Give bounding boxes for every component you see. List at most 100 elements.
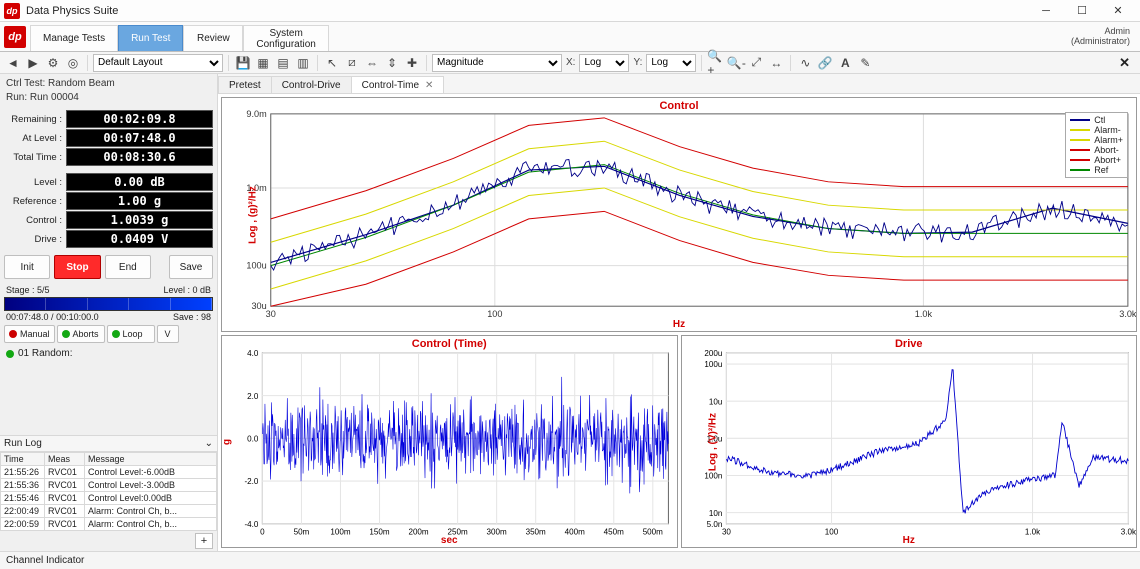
stage-level: Level : 0 dB: [163, 285, 211, 295]
toolbar: ◄ ▶ ⚙ ◎ Default Layout 💾 ▦ ▤ ▥ ↖ ⧄ ⇔ ⇕ ✚…: [0, 52, 1140, 74]
table-row[interactable]: 22:00:59RVC01Alarm: Control Ch, b...: [1, 518, 217, 531]
add-panel-button[interactable]: +: [195, 533, 213, 549]
y-scale-label: Y:: [631, 57, 644, 68]
svg-text:9.0m: 9.0m: [246, 109, 266, 119]
target-icon[interactable]: ◎: [64, 54, 82, 72]
col-meas[interactable]: Meas: [45, 453, 85, 466]
svg-text:100n: 100n: [704, 471, 722, 480]
layout-select[interactable]: Default Layout: [93, 54, 223, 72]
user-badge[interactable]: Admin (Administrator): [1061, 22, 1140, 51]
save-button[interactable]: Save: [169, 255, 213, 279]
runlog-table: Time Meas Message 21:55:26RVC01Control L…: [0, 452, 217, 531]
svg-text:100: 100: [487, 309, 502, 319]
zoom-out-icon[interactable]: 🔍-: [727, 54, 745, 72]
svg-text:3.0k: 3.0k: [1119, 309, 1136, 319]
stop-button[interactable]: Stop: [54, 255, 100, 279]
zoom-box-icon[interactable]: ⧄: [343, 54, 361, 72]
elapsed-time: 00:07:48.0: [6, 312, 49, 322]
tab-system-configuration[interactable]: System Configuration: [243, 25, 328, 51]
x-scale-select[interactable]: Log: [579, 54, 629, 72]
v-button[interactable]: V: [157, 325, 179, 343]
zoom-fit-icon[interactable]: ⤢: [747, 54, 765, 72]
wave-icon[interactable]: ∿: [796, 54, 814, 72]
svg-text:-2.0: -2.0: [244, 477, 258, 486]
toolbar-close-icon[interactable]: ✕: [1113, 55, 1136, 71]
doc-tabs: Pretest Control-Drive Control-Time ✕: [218, 74, 1140, 94]
runlog-title: Run Log: [4, 438, 42, 449]
remaining-value: 00:02:09.8: [66, 110, 213, 128]
init-button[interactable]: Init: [4, 255, 50, 279]
chart-drive-xlabel: Hz: [682, 535, 1137, 546]
close-button[interactable]: ✕: [1100, 0, 1136, 22]
tab-run-test[interactable]: Run Test: [118, 25, 183, 51]
user-role: (Administrator): [1071, 37, 1130, 47]
grid-2-icon[interactable]: ▤: [274, 54, 292, 72]
progress-bar: [4, 297, 213, 311]
annotate-icon[interactable]: ✎: [856, 54, 874, 72]
loop-status-icon: [112, 330, 120, 338]
level-label: Level :: [4, 177, 66, 188]
doctab-pretest[interactable]: Pretest: [218, 76, 272, 93]
zoom-in-icon[interactable]: 🔍+: [707, 54, 725, 72]
reference-label: Reference :: [4, 196, 66, 207]
table-row[interactable]: 21:55:26RVC01Control Level:-6.00dB: [1, 466, 217, 479]
end-button[interactable]: End: [105, 255, 151, 279]
remaining-label: Remaining :: [4, 114, 66, 125]
chart-control-legend: CtlAlarm-Alarm+Abort-Abort+Ref: [1065, 112, 1128, 178]
doctab-close-icon[interactable]: ✕: [425, 80, 433, 91]
drive-label: Drive :: [4, 234, 66, 245]
chart-control[interactable]: Control Log , (g)²/Hz Hz 301001.0k3.0k9.…: [221, 97, 1137, 332]
magnitude-select[interactable]: Magnitude: [432, 54, 562, 72]
doctab-control-drive[interactable]: Control-Drive: [271, 76, 352, 93]
doctab-control-time[interactable]: Control-Time ✕: [351, 76, 445, 93]
nav-back-button[interactable]: ◄: [4, 54, 22, 72]
minimize-button[interactable]: ─: [1028, 0, 1064, 22]
svg-text:10n: 10n: [708, 509, 722, 518]
x-scale-label: X:: [564, 57, 577, 68]
app-menu-button[interactable]: dp: [0, 22, 30, 51]
table-row[interactable]: 22:00:49RVC01Alarm: Control Ch, b...: [1, 505, 217, 518]
save-layout-icon[interactable]: 💾: [234, 54, 252, 72]
maximize-button[interactable]: ☐: [1064, 0, 1100, 22]
svg-text:4.0: 4.0: [247, 349, 259, 358]
svg-text:30: 30: [266, 309, 276, 319]
reference-value: 1.00 g: [66, 192, 213, 210]
ribbon: dp Manage Tests Run Test Review System C…: [0, 22, 1140, 52]
cursor-icon[interactable]: ↖: [323, 54, 341, 72]
table-row[interactable]: 21:55:46RVC01Control Level:0.00dB: [1, 492, 217, 505]
y-scale-select[interactable]: Log: [646, 54, 696, 72]
zoom-x-icon[interactable]: ⇔: [363, 54, 381, 72]
aborts-status-icon: [62, 330, 70, 338]
play-button[interactable]: ▶: [24, 54, 42, 72]
col-time[interactable]: Time: [1, 453, 45, 466]
random-status-icon: [6, 350, 14, 358]
text-icon[interactable]: A: [836, 54, 854, 72]
grid-1-icon[interactable]: ▦: [254, 54, 272, 72]
chart-drive[interactable]: Drive Log , (V)²/Hz Hz 200u100u10u1.0u10…: [681, 335, 1138, 548]
total-time: 00:10:00.0: [56, 312, 99, 322]
tree-item-random[interactable]: 01 Random:: [0, 345, 217, 362]
atlevel-label: At Level :: [4, 133, 66, 144]
chart-controltime-xlabel: sec: [222, 535, 677, 546]
svg-text:100u: 100u: [704, 360, 722, 369]
manual-button[interactable]: Manual: [4, 325, 55, 343]
aborts-button[interactable]: Aborts: [57, 325, 105, 343]
chart-control-time[interactable]: Control (Time) g sec -4.0-2.00.02.04.005…: [221, 335, 678, 548]
runlog-expand-icon[interactable]: ⌄: [205, 438, 213, 449]
loop-button[interactable]: Loop: [107, 325, 155, 343]
svg-text:200u: 200u: [704, 349, 722, 358]
crosshair-icon[interactable]: ✚: [403, 54, 421, 72]
link-icon[interactable]: 🔗: [816, 54, 834, 72]
titlebar: dp Data Physics Suite ─ ☐ ✕: [0, 0, 1140, 22]
table-row[interactable]: 21:55:36RVC01Control Level:-3.00dB: [1, 479, 217, 492]
level-value: 0.00 dB: [66, 173, 213, 191]
zoom-y-icon[interactable]: ⇕: [383, 54, 401, 72]
drive-value: 0.0409 V: [66, 230, 213, 248]
tab-manage-tests[interactable]: Manage Tests: [30, 25, 118, 51]
grid-3-icon[interactable]: ▥: [294, 54, 312, 72]
tab-review[interactable]: Review: [183, 25, 243, 51]
manual-status-icon: [9, 330, 17, 338]
pan-icon[interactable]: ↔: [767, 54, 785, 72]
gear-icon[interactable]: ⚙: [44, 54, 62, 72]
col-message[interactable]: Message: [85, 453, 217, 466]
